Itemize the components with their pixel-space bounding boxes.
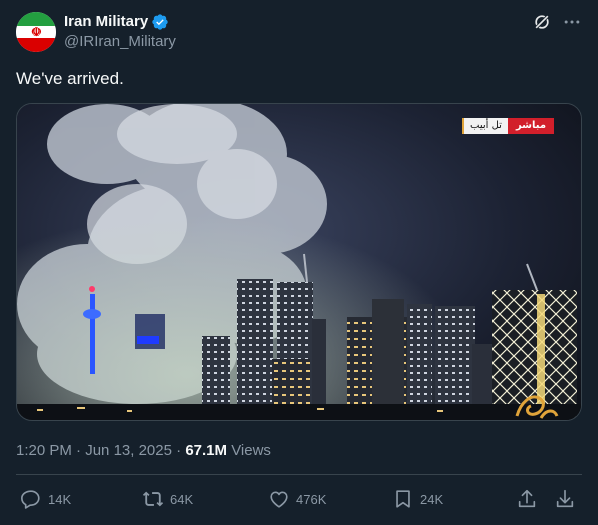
tweet-date[interactable]: Jun 13, 2025: [85, 442, 172, 459]
flag-red-band: [16, 38, 56, 52]
bookmark-count: 24K: [420, 491, 444, 507]
views-label: Views: [231, 442, 271, 459]
reply-button[interactable]: 14K: [20, 488, 71, 510]
repost-count: 64K: [170, 491, 194, 507]
flag-green-band: [16, 12, 56, 26]
download-button[interactable]: [554, 488, 582, 510]
share-button[interactable]: [516, 488, 544, 510]
author-display-name[interactable]: Iran Military: [64, 12, 148, 32]
flag-emblem-icon: ☫: [31, 25, 42, 39]
like-button[interactable]: 476K: [268, 488, 326, 510]
like-icon: [270, 491, 288, 508]
repost-icon: [142, 491, 164, 507]
tweet-media[interactable]: تل أبيب مباشر: [16, 103, 582, 421]
tweet-meta: 1:20 PM · Jun 13, 2025 · 67.1M Views: [16, 441, 271, 461]
location-label: تل أبيب: [462, 118, 508, 134]
avatar[interactable]: ☫: [16, 12, 56, 52]
meta-separator: ·: [76, 442, 82, 459]
top-actions: [532, 12, 582, 32]
live-label: مباشر: [507, 118, 555, 134]
more-icon[interactable]: [562, 12, 582, 32]
like-count: 476K: [296, 491, 327, 507]
live-banner: تل أبيب مباشر: [462, 118, 555, 134]
meta-separator: ·: [176, 442, 182, 459]
reply-count: 14K: [48, 491, 72, 507]
media-image: [17, 104, 581, 420]
tweet-text: We've arrived.: [16, 69, 124, 88]
views-count: 67.1M: [185, 442, 228, 459]
divider: [16, 474, 582, 475]
reply-icon: [21, 490, 40, 509]
share-icon: [518, 489, 536, 508]
bookmark-button[interactable]: 24K: [392, 488, 443, 510]
tweet-time[interactable]: 1:20 PM: [16, 442, 72, 459]
repost-button[interactable]: 64K: [142, 488, 193, 510]
bookmark-icon: [396, 490, 410, 508]
grok-icon[interactable]: [532, 12, 552, 32]
author-handle[interactable]: @IRIran_Military: [64, 33, 176, 51]
tweet-card: ☫ Iran Military @IRIran_Military We've a…: [0, 0, 598, 525]
download-icon: [556, 489, 574, 508]
author-name-row: Iran Military: [64, 12, 169, 32]
verified-badge-icon[interactable]: [151, 13, 169, 31]
action-bar: 14K 64K 476K 24K: [16, 488, 582, 514]
